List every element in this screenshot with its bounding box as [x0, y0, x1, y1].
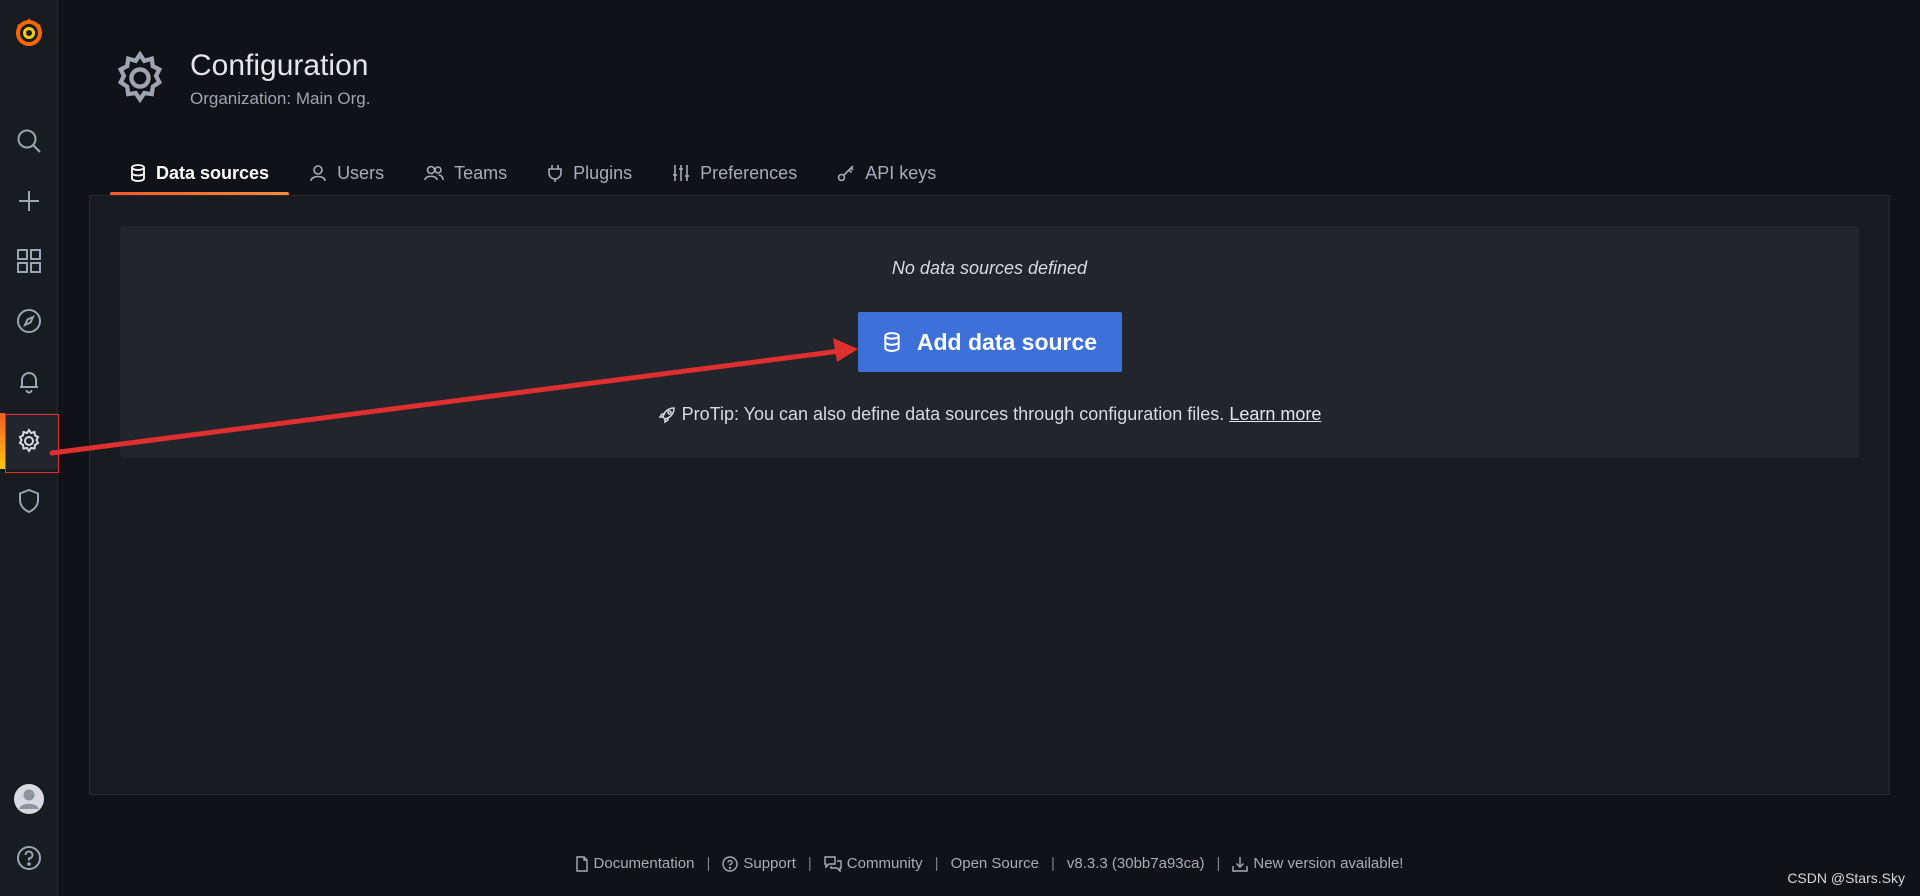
footer: Documentation | Support | Community | Op…	[0, 855, 1920, 872]
page-subtitle: Organization: Main Org.	[190, 89, 371, 108]
users-icon	[424, 165, 444, 181]
tab-api-keys[interactable]: API keys	[817, 150, 956, 196]
question-circle-icon	[722, 855, 739, 872]
footer-separator: |	[706, 855, 711, 872]
tab-teams[interactable]: Teams	[404, 150, 527, 196]
tab-bar: Data sources Users Teams Plugins Prefere…	[110, 150, 956, 196]
tab-plugins[interactable]: Plugins	[527, 150, 652, 196]
grafana-logo-icon	[16, 18, 42, 46]
plus-icon	[19, 191, 39, 211]
database-icon	[131, 164, 145, 182]
footer-separator: |	[1050, 855, 1055, 872]
sidebar	[0, 0, 58, 896]
empty-list-card: No data sources defined Add data source …	[120, 226, 1859, 458]
footer-documentation-label: Documentation	[593, 855, 695, 872]
tab-label: Users	[337, 162, 385, 183]
sliders-icon	[673, 165, 690, 181]
sidebar-item-search[interactable]	[0, 113, 58, 169]
document-icon	[575, 855, 588, 872]
dashboards-icon	[17, 249, 41, 273]
compass-icon	[17, 309, 41, 333]
tab-users[interactable]: Users	[289, 150, 404, 196]
gear-icon	[18, 428, 40, 453]
footer-community-link[interactable]: Community	[824, 855, 923, 872]
footer-separator: |	[807, 855, 812, 872]
tab-label: Preferences	[700, 162, 798, 183]
learn-more-link[interactable]: Learn more	[1229, 404, 1321, 425]
sidebar-item-configuration[interactable]	[0, 413, 58, 469]
footer-version: v8.3.3 (30bb7a93ca)	[1067, 855, 1205, 872]
tab-label: Teams	[454, 162, 508, 183]
download-icon	[1232, 856, 1249, 872]
page-header-gear-icon	[110, 48, 170, 108]
avatar	[14, 784, 44, 814]
search-icon	[17, 129, 41, 153]
sidebar-item-server-admin[interactable]	[0, 473, 58, 529]
footer-community-label: Community	[846, 855, 923, 872]
watermark: CSDN @Stars.Sky	[1787, 870, 1905, 886]
footer-separator: |	[1216, 855, 1221, 872]
sidebar-item-profile[interactable]	[0, 771, 58, 827]
add-data-source-button[interactable]: Add data source	[858, 312, 1122, 372]
plug-icon	[548, 165, 562, 182]
page-title: Configuration	[190, 49, 369, 82]
footer-documentation-link[interactable]: Documentation	[575, 855, 695, 872]
footer-separator: |	[934, 855, 939, 872]
tab-label: Data sources	[156, 162, 270, 183]
grafana-logo[interactable]	[0, 4, 58, 60]
footer-new-version-label: New version available!	[1253, 855, 1404, 872]
bell-icon	[20, 372, 38, 394]
tab-label: Plugins	[573, 162, 633, 183]
footer-open-source-link[interactable]: Open Source	[951, 855, 1039, 872]
tab-data-sources[interactable]: Data sources	[110, 150, 290, 196]
sidebar-item-explore[interactable]	[0, 293, 58, 349]
shield-icon	[19, 488, 39, 514]
footer-version-label: v8.3.3 (30bb7a93ca)	[1066, 855, 1205, 872]
add-data-source-label: Add data source	[916, 328, 1098, 355]
protip: ProTip: You can also define data sources…	[120, 404, 1859, 425]
footer-support-label: Support	[743, 855, 796, 872]
user-icon	[310, 165, 326, 182]
protip-text: ProTip: You can also define data sources…	[681, 404, 1225, 424]
key-icon	[837, 165, 854, 182]
footer-support-link[interactable]: Support	[722, 855, 796, 872]
sidebar-item-dashboards[interactable]	[0, 233, 58, 289]
footer-new-version-link[interactable]: New version available!	[1232, 855, 1403, 872]
tab-label: API keys	[865, 162, 937, 183]
rocket-icon	[658, 406, 675, 423]
database-icon	[884, 332, 900, 352]
comments-icon	[824, 855, 842, 872]
empty-message: No data sources defined	[891, 258, 1088, 278]
tab-preferences[interactable]: Preferences	[652, 150, 817, 196]
sidebar-item-create[interactable]	[0, 173, 58, 229]
sidebar-item-alerting[interactable]	[0, 353, 58, 409]
footer-open-source-label: Open Source	[950, 855, 1039, 872]
